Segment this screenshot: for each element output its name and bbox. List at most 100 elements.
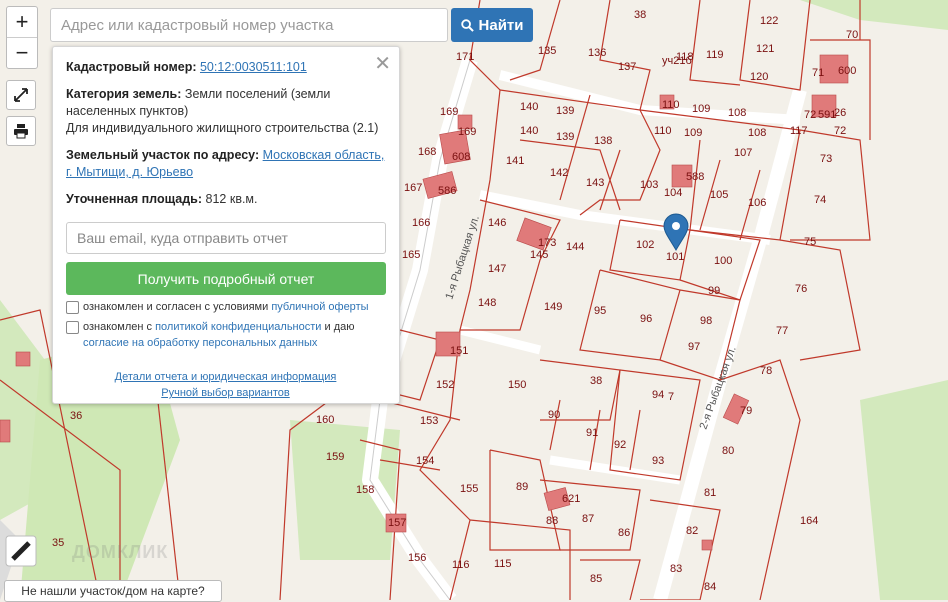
search-button-label: Найти <box>478 16 524 34</box>
plot-label: 110 <box>654 125 672 137</box>
plot-label: 78 <box>760 365 772 377</box>
email-field[interactable] <box>67 223 385 253</box>
plot-label: 104 <box>664 187 682 199</box>
plot-label: 95 <box>594 305 606 317</box>
plot-label: 105 <box>710 189 728 201</box>
plot-label: 608 <box>452 151 470 163</box>
plot-label: 107 <box>734 147 752 159</box>
offer-checkbox[interactable] <box>66 301 79 314</box>
get-report-button[interactable]: Получить подробный отчет <box>66 262 386 295</box>
fullscreen-button[interactable] <box>6 80 36 110</box>
print-button[interactable] <box>6 116 36 146</box>
consent-offer-text: ознакомлен и согласен с условиями <box>83 301 269 313</box>
plot-label: 143 <box>586 177 604 189</box>
area-label: Уточненная площадь: <box>66 192 203 206</box>
plot-label: 81 <box>704 487 716 499</box>
plot-label: 7 <box>668 391 674 403</box>
zoom-control: + − <box>6 6 38 69</box>
plot-label: 109 <box>692 103 710 115</box>
plot-label: 109 <box>684 127 702 139</box>
plot-label: 146 <box>488 217 506 229</box>
plot-label: 169 <box>458 126 476 138</box>
plot-label: 26 <box>834 107 846 119</box>
plot-label: 160 <box>316 414 334 426</box>
consent-offer: ознакомлен и согласен с условиями публич… <box>66 299 385 315</box>
cadastral-number-link[interactable]: 50:12:0030511:101 <box>200 60 307 74</box>
plot-label: 152 <box>436 379 454 391</box>
search-input[interactable] <box>51 9 447 41</box>
plot-label: 154 <box>416 455 434 467</box>
plot-label: 84 <box>704 581 716 593</box>
area-value: 812 кв.м. <box>205 192 258 206</box>
plot-label: 72 <box>834 125 846 137</box>
area-row: Уточненная площадь: 812 кв.м. <box>66 191 385 208</box>
plot-label: 139 <box>556 105 574 117</box>
plot-label: 108 <box>748 127 766 139</box>
printer-icon <box>14 124 28 139</box>
email-field-wrap <box>66 222 386 254</box>
plot-label: 588 <box>686 171 704 183</box>
domclick-watermark: ДОМКЛИК <box>72 542 169 562</box>
search-icon <box>460 18 474 32</box>
not-found-button[interactable]: Не нашли участок/дом на карте? <box>4 580 222 602</box>
report-details-link[interactable]: Детали отчета и юридическая информация <box>66 369 385 385</box>
plot-label: уч21б <box>662 55 692 67</box>
plot-label: 76 <box>795 283 807 295</box>
cadastral-label: Кадастровый номер: <box>66 60 197 74</box>
search-button[interactable]: Найти <box>451 8 533 42</box>
cadastral-number-row: Кадастровый номер: 50:12:0030511:101 <box>66 59 385 76</box>
plot-label: 166 <box>412 217 430 229</box>
plot-label: 72 <box>804 109 816 121</box>
plot-label: 117 <box>790 125 808 137</box>
plot-label: 138 <box>594 135 612 147</box>
privacy-policy-link[interactable]: политикой конфиденциальности <box>155 321 321 333</box>
plot-label: 159 <box>326 451 344 463</box>
plot-label: 165 <box>402 249 420 261</box>
plot-label: 115 <box>494 558 512 570</box>
plot-label: 70 <box>846 29 858 41</box>
plot-label: 73 <box>820 153 832 165</box>
plot-label: 147 <box>488 263 506 275</box>
plot-label: 621 <box>562 493 580 505</box>
plot-label: 142 <box>550 167 568 179</box>
plot-label: 116 <box>452 559 470 571</box>
expand-icon <box>14 88 28 102</box>
personal-data-link[interactable]: согласие на обработку персональных данны… <box>83 337 317 349</box>
plot-label: 153 <box>420 415 438 427</box>
category-use: Для индивидуального жилищного строительс… <box>66 121 379 135</box>
plot-label: 600 <box>838 65 856 77</box>
plot-label: 145 <box>530 249 548 261</box>
plot-label: 156 <box>408 552 426 564</box>
consent-privacy-text-a: ознакомлен с <box>83 321 153 333</box>
plot-label: 157 <box>388 517 406 529</box>
plot-label: 75 <box>804 236 816 248</box>
plot-label: 122 <box>760 15 778 27</box>
plot-label: 151 <box>450 345 468 357</box>
plot-label: 100 <box>714 255 732 267</box>
consent-privacy-text-b: и даю <box>324 321 355 333</box>
plot-label: 121 <box>756 43 774 55</box>
plot-label: 108 <box>728 107 746 119</box>
plot-label: 140 <box>520 101 538 113</box>
plot-label: 92 <box>614 439 626 451</box>
ruler-icon[interactable] <box>5 535 37 567</box>
manual-selection-link[interactable]: Ручной выбор вариантов <box>66 385 385 401</box>
plot-label: 93 <box>652 455 664 467</box>
close-icon[interactable]: ✕ <box>374 51 391 76</box>
plot-label: 173 <box>538 237 556 249</box>
plot-label: 79 <box>740 405 752 417</box>
zoom-out-button[interactable]: − <box>7 38 37 68</box>
plot-label: 155 <box>460 483 478 495</box>
plot-label: 139 <box>556 131 574 143</box>
address-row: Земельный участок по адресу: Московская … <box>66 147 385 181</box>
zoom-in-button[interactable]: + <box>7 7 37 38</box>
plot-label: 98 <box>700 315 712 327</box>
plot-label: 103 <box>640 179 658 191</box>
privacy-checkbox[interactable] <box>66 321 79 334</box>
public-offer-link[interactable]: публичной оферты <box>271 301 368 313</box>
plot-label: 135 <box>538 45 556 57</box>
search-box <box>50 8 448 42</box>
plot-label: 88 <box>546 515 558 527</box>
plot-label: 77 <box>776 325 788 337</box>
plot-label: 90 <box>548 409 560 421</box>
